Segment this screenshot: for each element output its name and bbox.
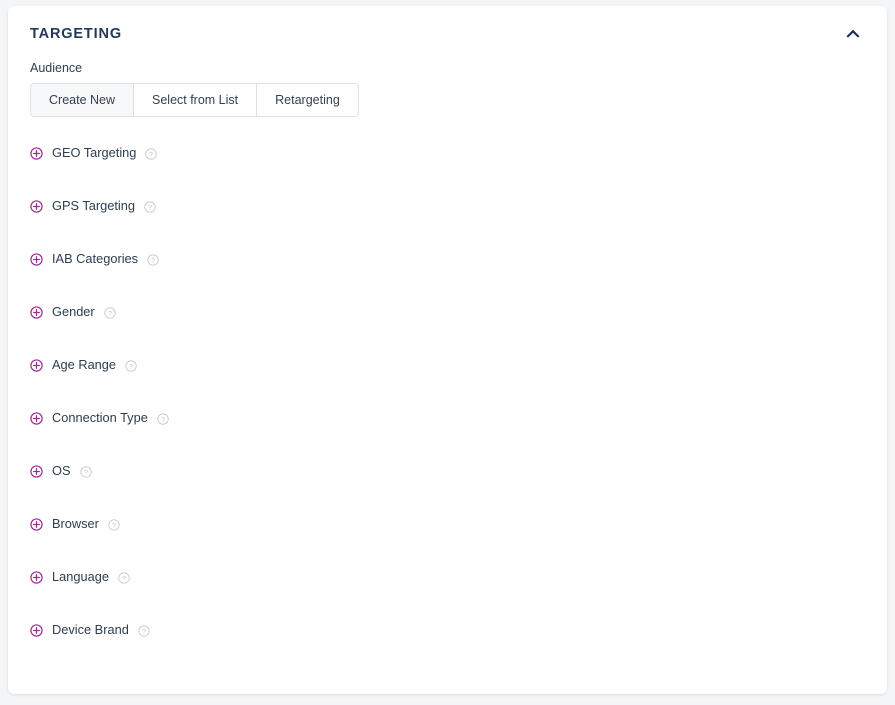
audience-option-retargeting[interactable]: Retargeting [256, 83, 358, 116]
targeting-row-connection-type[interactable]: Connection Type ? [30, 408, 865, 430]
plus-circle-icon[interactable] [30, 200, 43, 213]
plus-circle-icon[interactable] [30, 412, 43, 425]
targeting-row-label: GEO Targeting [52, 145, 137, 161]
targeting-row-language[interactable]: Language ? [30, 567, 865, 589]
chevron-up-icon[interactable] [839, 20, 867, 48]
targeting-row-os[interactable]: OS ? [30, 461, 865, 483]
plus-circle-icon[interactable] [30, 253, 43, 266]
targeting-row-age-range[interactable]: Age Range ? [30, 355, 865, 377]
question-circle-icon[interactable]: ? [104, 306, 116, 319]
plus-circle-icon[interactable] [30, 306, 43, 319]
plus-circle-icon[interactable] [30, 624, 43, 637]
targeting-options-list: GEO Targeting ? GPS Targeting ? IAB Cate… [30, 143, 865, 642]
chevron-up-glyph [846, 29, 860, 38]
question-circle-icon[interactable]: ? [144, 200, 156, 213]
panel-header: TARGETING [8, 6, 887, 62]
svg-text:?: ? [122, 575, 126, 582]
svg-text:?: ? [151, 257, 155, 264]
page-title: TARGETING [30, 26, 122, 42]
svg-text:?: ? [148, 204, 152, 211]
svg-text:?: ? [161, 416, 165, 423]
audience-option-create-new[interactable]: Create New [31, 83, 133, 116]
targeting-row-device-brand[interactable]: Device Brand ? [30, 620, 865, 642]
svg-text:?: ? [84, 469, 88, 476]
targeting-row-label: GPS Targeting [52, 198, 135, 214]
question-circle-icon[interactable]: ? [138, 624, 150, 637]
targeting-row-gps-targeting[interactable]: GPS Targeting ? [30, 196, 865, 218]
question-circle-icon[interactable]: ? [79, 465, 92, 478]
targeting-row-label: Age Range [52, 357, 117, 373]
targeting-row-label: IAB Categories [52, 251, 139, 267]
svg-text:?: ? [150, 151, 154, 158]
targeting-row-label: Connection Type [52, 410, 148, 426]
targeting-panel: TARGETING Audience Create New Select fro… [8, 6, 887, 694]
targeting-row-label: Browser [52, 516, 99, 532]
plus-circle-icon[interactable] [30, 571, 43, 584]
plus-circle-icon[interactable] [30, 147, 43, 160]
plus-circle-icon[interactable] [30, 465, 43, 478]
svg-text:?: ? [142, 628, 146, 635]
question-circle-icon[interactable]: ? [108, 518, 120, 531]
svg-text:?: ? [108, 310, 112, 317]
panel-body: Audience Create New Select from List Ret… [8, 62, 887, 642]
question-circle-icon[interactable]: ? [125, 359, 137, 372]
svg-text:?: ? [129, 363, 133, 370]
svg-text:?: ? [112, 522, 116, 529]
targeting-row-label: Language [52, 569, 109, 585]
targeting-row-label: OS [52, 463, 71, 479]
targeting-row-gender[interactable]: Gender ? [30, 302, 865, 324]
targeting-row-label: Device Brand [52, 622, 129, 638]
question-circle-icon[interactable]: ? [147, 253, 159, 266]
targeting-row-iab-categories[interactable]: IAB Categories ? [30, 249, 865, 271]
audience-option-select-from-list[interactable]: Select from List [133, 83, 257, 116]
audience-label: Audience [30, 61, 83, 75]
question-circle-icon[interactable]: ? [118, 571, 130, 584]
audience-mode-button-group: Create New Select from List Retargeting [30, 82, 359, 117]
targeting-row-geo-targeting[interactable]: GEO Targeting ? [30, 143, 865, 165]
targeting-row-label: Gender [52, 304, 95, 320]
plus-circle-icon[interactable] [30, 518, 43, 531]
question-circle-icon[interactable]: ? [157, 412, 169, 425]
targeting-row-browser[interactable]: Browser ? [30, 514, 865, 536]
plus-circle-icon[interactable] [30, 359, 43, 372]
question-circle-icon[interactable]: ? [145, 147, 158, 160]
